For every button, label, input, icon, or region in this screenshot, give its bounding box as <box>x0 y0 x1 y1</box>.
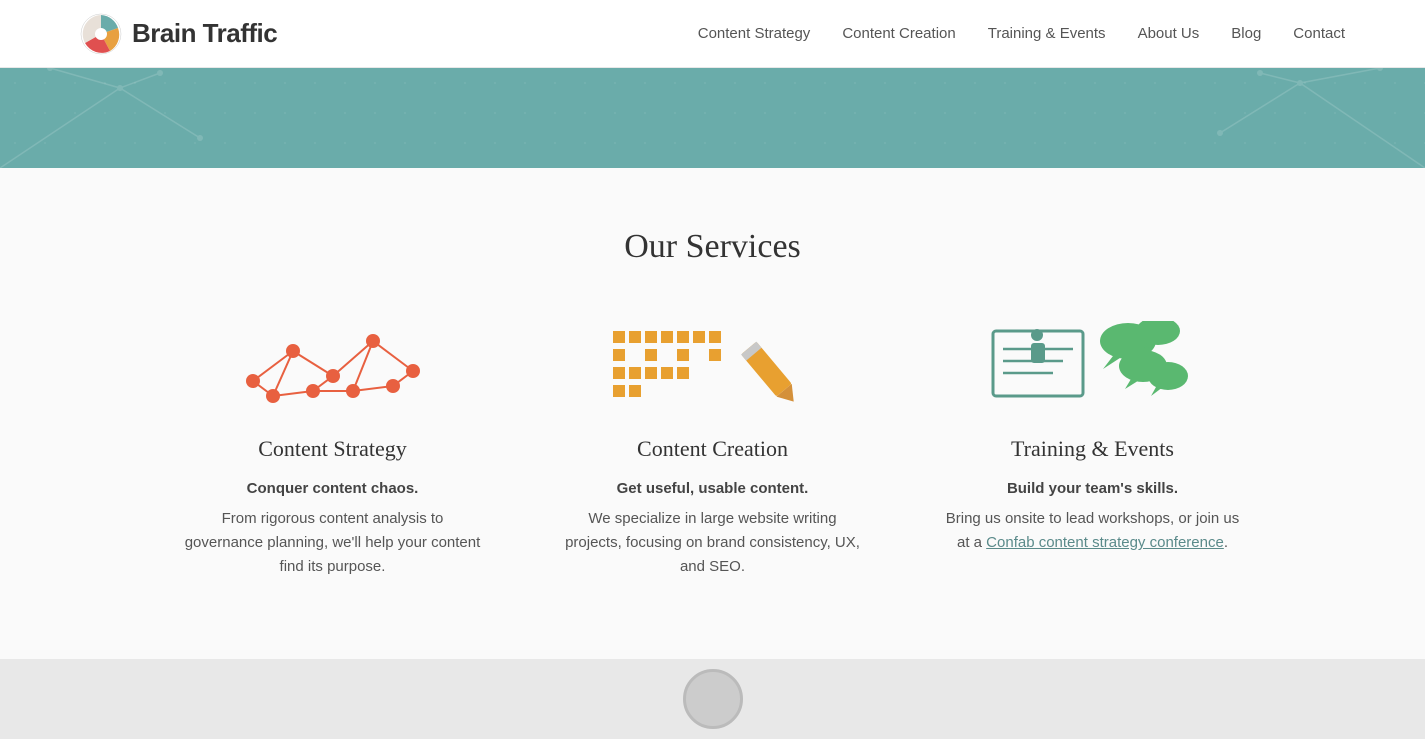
training-events-tagline: Build your team's skills. <box>943 480 1243 497</box>
hero-decoration <box>0 68 1425 168</box>
service-card-content-strategy: Content Strategy Conquer content chaos. … <box>163 316 503 579</box>
nav-about-us[interactable]: About Us <box>1138 25 1200 42</box>
training-events-name: Training & Events <box>943 436 1243 462</box>
services-section: Our Services <box>163 228 1263 579</box>
service-card-content-creation: Content Creation Get useful, usable cont… <box>543 316 883 579</box>
nav-content-strategy[interactable]: Content Strategy <box>698 25 811 42</box>
nav-content-creation[interactable]: Content Creation <box>842 25 955 42</box>
training-desc-after: . <box>1224 534 1228 551</box>
content-creation-tagline: Get useful, usable content. <box>563 480 863 497</box>
main-nav: Content Strategy Content Creation Traini… <box>698 25 1345 42</box>
hero-banner <box>0 68 1425 168</box>
content-strategy-tagline: Conquer content chaos. <box>183 480 483 497</box>
site-footer <box>0 659 1425 739</box>
content-strategy-icon <box>183 316 483 416</box>
main-content: Our Services <box>0 168 1425 659</box>
content-strategy-name: Content Strategy <box>183 436 483 462</box>
confab-link[interactable]: Confab content strategy conference <box>986 534 1224 551</box>
logo-icon <box>80 13 122 55</box>
content-creation-desc: We specialize in large website writing p… <box>563 507 863 579</box>
logo-link[interactable]: Brain Traffic <box>80 13 277 55</box>
content-creation-name: Content Creation <box>563 436 863 462</box>
training-events-icon <box>943 316 1243 416</box>
footer-avatar <box>683 669 743 729</box>
nav-contact[interactable]: Contact <box>1293 25 1345 42</box>
site-header: Brain Traffic Content Strategy Content C… <box>0 0 1425 68</box>
content-strategy-desc: From rigorous content analysis to govern… <box>183 507 483 579</box>
nav-blog[interactable]: Blog <box>1231 25 1261 42</box>
services-grid: Content Strategy Conquer content chaos. … <box>163 316 1263 579</box>
training-events-desc: Bring us onsite to lead workshops, or jo… <box>943 507 1243 555</box>
service-card-training: Training & Events Build your team's skil… <box>923 316 1263 579</box>
content-creation-icon <box>563 316 863 416</box>
nav-training-events[interactable]: Training & Events <box>988 25 1106 42</box>
services-title: Our Services <box>163 228 1263 266</box>
logo-text: Brain Traffic <box>132 18 277 49</box>
